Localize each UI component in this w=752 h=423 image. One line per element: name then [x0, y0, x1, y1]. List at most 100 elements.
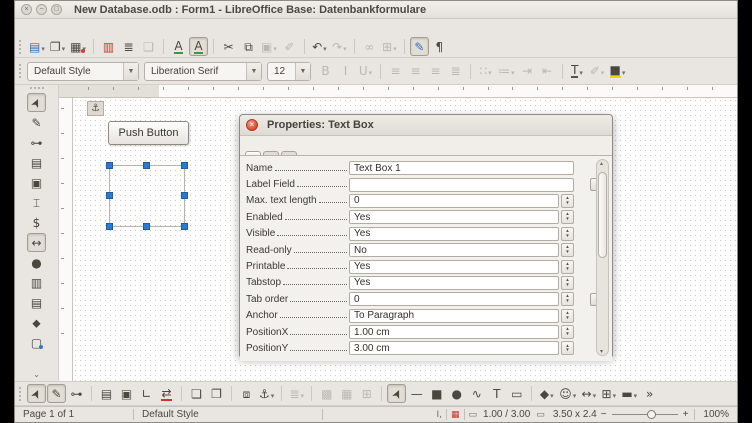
property-value-input[interactable]: To Paragraph	[349, 309, 559, 323]
form-design-canvas[interactable]: ⚓ Push Button	[73, 98, 737, 381]
redo-button[interactable]: ↷	[330, 37, 349, 56]
titlebar[interactable]: ×−□ New Database.odb : Form1 - LibreOffi…	[15, 1, 737, 19]
property-value-input[interactable]: Yes	[349, 210, 559, 224]
copy-button[interactable]: ⧉	[239, 37, 258, 56]
design-mode-button[interactable]: ✎	[27, 113, 46, 132]
insert-text-box-button[interactable]: T	[487, 384, 506, 403]
property-value-input[interactable]: 0	[349, 292, 559, 306]
page-style-indicator[interactable]: Default Style	[134, 409, 322, 420]
combo-box-button[interactable]: ▤	[27, 293, 46, 312]
paragraph-style-combo[interactable]: Default Style ▼	[27, 62, 139, 81]
document-modified-icon[interactable]: ▦	[447, 410, 464, 420]
zoom-percentage[interactable]: 100%	[695, 409, 737, 420]
object-size[interactable]: 3.50 x 2.4	[549, 409, 601, 420]
list-box-button[interactable]: ▥	[27, 273, 46, 292]
drawing-select-button[interactable]: ➤	[387, 384, 406, 403]
property-value-input[interactable]	[349, 178, 574, 192]
insert-mode-icon[interactable]: I,	[432, 410, 446, 420]
selection-handle[interactable]	[181, 162, 188, 169]
more-controls-button[interactable]: ▢	[27, 333, 46, 352]
print-button[interactable]: ≣	[119, 37, 138, 56]
add-field-button[interactable]: ⇄	[157, 384, 176, 403]
currency-field-button[interactable]: $	[27, 213, 46, 232]
change-anchor-button[interactable]: ⚓	[257, 384, 276, 403]
insert-hyperlink-button[interactable]: ∞	[360, 37, 379, 56]
open-button[interactable]: ❐	[48, 37, 67, 56]
page-indicator[interactable]: Page 1 of 1	[15, 409, 133, 420]
property-value-input[interactable]: No	[349, 243, 559, 257]
helplines-button[interactable]: ⊞	[357, 384, 376, 403]
spinner-buttons[interactable]	[561, 309, 574, 323]
position-size-button[interactable]: ⧈	[237, 384, 256, 403]
form-navigator-button[interactable]: ∟	[137, 384, 156, 403]
zoom-slider[interactable]	[612, 414, 678, 415]
control-properties-button[interactable]: ▣	[117, 384, 136, 403]
close-icon[interactable]: ×	[246, 119, 258, 131]
menu-edit[interactable]	[37, 27, 49, 29]
snap-to-grid-button[interactable]: ▦	[337, 384, 356, 403]
toolbar-grip[interactable]	[19, 387, 23, 401]
selection-handle[interactable]	[181, 192, 188, 199]
menu-view[interactable]	[51, 27, 63, 29]
chevron-down-icon[interactable]: ▼	[246, 63, 261, 80]
chevron-down-icon[interactable]: ▼	[295, 63, 310, 80]
label-field-button[interactable]: ▤	[27, 153, 46, 172]
spinner-buttons[interactable]	[561, 194, 574, 208]
push-button-control-on-canvas[interactable]: Push Button	[108, 121, 189, 145]
flowchart-shapes-button[interactable]: ⊞	[599, 384, 618, 403]
select-tool-button[interactable]: ➤	[27, 93, 46, 112]
zoom-out-button[interactable]: −	[601, 409, 607, 420]
font-size-combo[interactable]: 12 ▼	[267, 62, 311, 81]
zoom-slider-knob[interactable]	[647, 410, 656, 419]
form-select-button[interactable]: ➤	[27, 384, 46, 403]
highlight-color-button[interactable]: ✐	[588, 62, 607, 81]
show-draw-functions-button[interactable]: ✎	[410, 37, 429, 56]
font-color-button[interactable]: T	[568, 62, 587, 81]
align-left-button[interactable]: ≡	[386, 62, 405, 81]
scrollbar-thumb[interactable]	[598, 172, 607, 258]
horizontal-ruler[interactable]	[59, 85, 737, 98]
menu-format[interactable]	[79, 27, 91, 29]
numbered-list-button[interactable]: ≔	[496, 62, 517, 81]
bold-button[interactable]: B	[316, 62, 335, 81]
save-button[interactable]: ▦	[68, 37, 88, 56]
rectangle-tool-button[interactable]: ■	[427, 384, 446, 403]
bullet-list-button[interactable]: ∷	[476, 62, 495, 81]
spinner-buttons[interactable]	[561, 276, 574, 290]
dialog-titlebar[interactable]: × Properties: Text Box	[240, 115, 612, 136]
font-name-combo[interactable]: Liberation Serif ▼	[144, 62, 262, 81]
paste-button[interactable]: ▣	[259, 37, 279, 56]
spinner-buttons[interactable]	[561, 341, 574, 355]
dialog-scrollbar[interactable]	[596, 159, 609, 356]
minimize-button[interactable]: −	[36, 4, 47, 15]
cursor-position[interactable]: 1.00 / 3.00	[481, 409, 532, 420]
block-arrows-button[interactable]: ↔	[579, 384, 598, 403]
vertical-ruler[interactable]	[59, 98, 73, 381]
italic-button[interactable]: I	[336, 62, 355, 81]
selection-handle[interactable]	[181, 223, 188, 230]
control-wizards-button[interactable]: ⊶	[27, 133, 46, 152]
decrease-indent-button[interactable]: ⇤	[538, 62, 557, 81]
insert-table-button[interactable]: ⊞	[380, 37, 399, 56]
option-button-control[interactable]: ●	[27, 253, 46, 272]
selection-handle[interactable]	[143, 223, 150, 230]
new-document-button[interactable]: ▤	[27, 37, 47, 56]
selection-handle[interactable]	[106, 192, 113, 199]
selection-handle[interactable]	[106, 223, 113, 230]
symbol-shapes-button[interactable]: ☺	[557, 384, 578, 403]
align-objects-button[interactable]: ≣	[287, 384, 306, 403]
increase-indent-button[interactable]: ⇥	[518, 62, 537, 81]
selection-handle[interactable]	[106, 162, 113, 169]
text-box-button[interactable]: ⌶	[27, 193, 46, 212]
menu-file[interactable]	[23, 27, 35, 29]
toolbar-grip[interactable]	[19, 40, 23, 54]
menu-insert[interactable]	[65, 27, 77, 29]
menu-help[interactable]	[135, 27, 147, 29]
selection-handle[interactable]	[143, 162, 150, 169]
toolbar-overflow-arrow[interactable]: ⌄	[33, 370, 40, 381]
print-preview-button[interactable]: ❏	[139, 37, 158, 56]
group-box-button[interactable]: ▣	[27, 173, 46, 192]
property-value-input[interactable]: Yes	[349, 227, 559, 241]
align-center-button[interactable]: ≡	[406, 62, 425, 81]
ellipse-tool-button[interactable]: ●	[447, 384, 466, 403]
